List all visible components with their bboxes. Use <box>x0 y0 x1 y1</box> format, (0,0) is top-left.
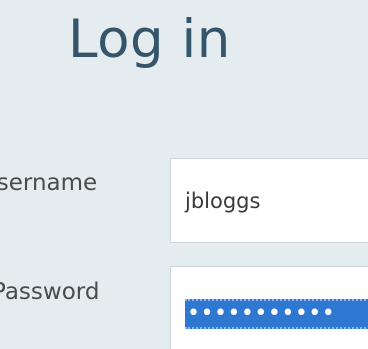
password-field[interactable]: ••••••••••• <box>170 266 368 349</box>
username-value: jbloggs <box>185 189 261 213</box>
page-title: Log in <box>68 9 231 70</box>
username-field[interactable]: jbloggs <box>170 158 368 243</box>
login-panel: Log in Isername jbloggs Password •••••••… <box>0 0 368 349</box>
password-label: Password <box>0 279 100 305</box>
password-selection: ••••••••••• <box>185 299 368 329</box>
password-value: ••••••••••• <box>187 301 336 326</box>
username-label: Isername <box>0 170 98 196</box>
